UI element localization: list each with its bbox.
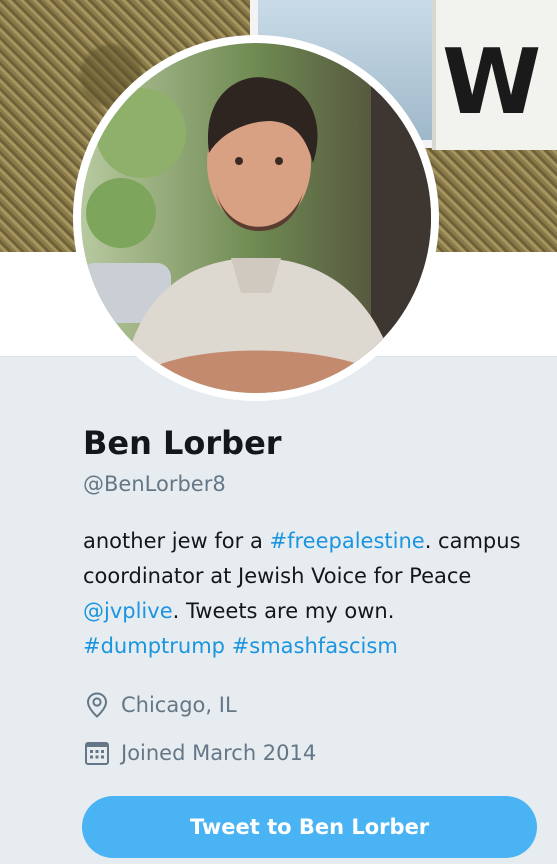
profile-name[interactable]: Ben Lorber [83, 424, 282, 462]
bio-text: another jew for a [83, 529, 270, 553]
hashtag-link[interactable]: #smashfascism [232, 634, 398, 658]
location-pin-icon [83, 691, 111, 719]
tweet-to-button[interactable]: Tweet to Ben Lorber [82, 796, 537, 858]
hashtag-link[interactable]: #freepalestine [270, 529, 425, 553]
bio-text [225, 634, 232, 658]
profile-joined-date: Joined March 2014 [83, 738, 316, 768]
profile-location: Chicago, IL [83, 690, 237, 720]
bio-text: . Tweets are my own. [172, 599, 395, 623]
hashtag-link[interactable]: #dumptrump [83, 634, 225, 658]
profile-handle[interactable]: @BenLorber8 [83, 472, 226, 496]
mention-link[interactable]: @jvplive [83, 599, 173, 623]
location-text: Chicago, IL [121, 693, 237, 717]
avatar[interactable] [73, 35, 439, 401]
joined-text: Joined March 2014 [121, 741, 317, 765]
profile-bio: another jew for a #freepalestine. campus… [83, 524, 543, 664]
banner-sign-lettering: W [442, 30, 542, 135]
calendar-icon [83, 739, 111, 767]
avatar-photo [81, 43, 431, 393]
